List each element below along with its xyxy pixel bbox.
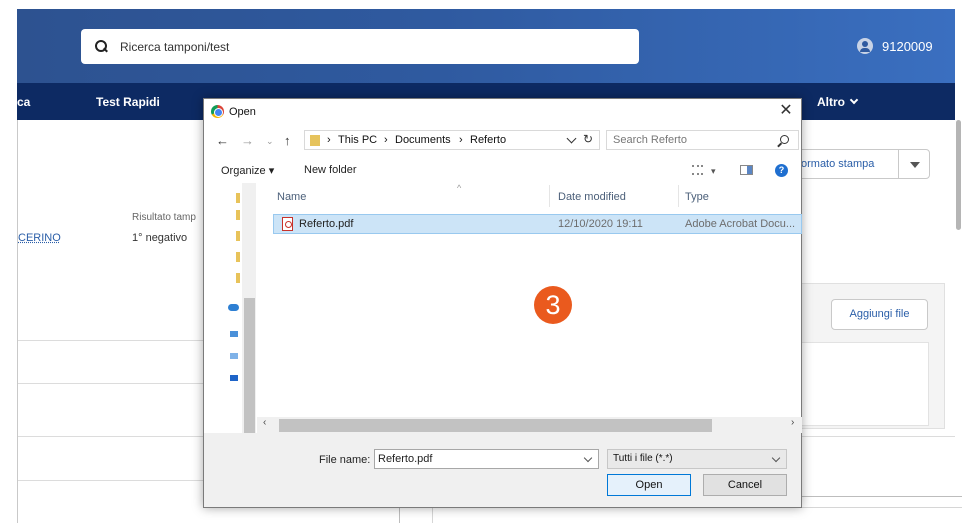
chevron-down-icon: [849, 95, 859, 105]
chevron-down-icon[interactable]: [566, 133, 577, 144]
chrome-icon: [211, 105, 224, 118]
dialog-title: Open: [229, 106, 256, 118]
file-date-modified: 12/10/2020 19:11: [558, 218, 643, 230]
folder-icon: [310, 135, 320, 146]
search-icon: [95, 40, 108, 53]
breadcrumb-documents[interactable]: Documents: [395, 134, 451, 146]
file-row[interactable]: Referto.pdf 12/10/2020 19:11 Adobe Acrob…: [273, 214, 802, 234]
onedrive-icon[interactable]: [228, 304, 239, 311]
file-type-value: Tutti i file (*.*): [613, 453, 673, 464]
forward-arrow-icon[interactable]: →: [241, 133, 254, 148]
file-type-select[interactable]: Tutti i file (*.*): [607, 449, 787, 469]
file-name: Referto.pdf: [299, 218, 354, 230]
nav-item-partial[interactable]: ca: [17, 95, 30, 109]
horizontal-scroll-thumb[interactable]: [279, 419, 712, 432]
this-pc-icon[interactable]: [230, 331, 238, 337]
command-bar: Organize ▾ New folder ▾ ?: [204, 157, 801, 183]
folder-icon[interactable]: [236, 273, 240, 283]
file-name-input[interactable]: Referto.pdf: [374, 449, 599, 469]
column-header-date-modified[interactable]: Date modified: [548, 183, 676, 209]
pdf-file-icon: [282, 217, 293, 231]
window-top-margin: [0, 0, 962, 9]
divider: [18, 436, 203, 437]
file-name-label: File name:: [319, 454, 371, 466]
file-name-value: Referto.pdf: [378, 453, 433, 465]
search-input-text: Ricerca tamponi/test: [120, 39, 230, 54]
add-file-button[interactable]: Aggiungi file: [831, 299, 928, 330]
chevron-down-icon: [771, 453, 781, 463]
user-avatar-icon: [857, 38, 873, 54]
user-menu[interactable]: 9120009: [857, 38, 933, 54]
preview-pane-icon[interactable]: [740, 165, 753, 175]
address-bar[interactable]: › This PC › Documents › Referto ↻: [304, 130, 600, 150]
folder-icon[interactable]: [236, 252, 240, 262]
desktop-icon[interactable]: [230, 353, 238, 359]
nav-item-test-rapidi[interactable]: Test Rapidi: [96, 95, 160, 109]
result-value: 1° negativo: [132, 232, 188, 244]
nav-altro-label: Altro: [817, 95, 845, 109]
nav-item-altro[interactable]: Altro: [817, 95, 859, 109]
documents-icon[interactable]: [230, 375, 238, 381]
folder-icon[interactable]: [236, 231, 240, 241]
print-format-dropdown-button[interactable]: [898, 149, 930, 179]
scroll-right-icon[interactable]: ›: [791, 417, 794, 428]
folder-search-input[interactable]: Search Referto: [606, 130, 799, 150]
folder-icon[interactable]: [236, 193, 240, 203]
file-list[interactable]: ^ Name Date modified Type Referto.pdf 12…: [257, 183, 802, 433]
dialog-footer: File name: Referto.pdf Tutti i file (*.*…: [204, 433, 801, 507]
background-panel-inner: [432, 507, 962, 523]
result-label: Risultato tamp: [132, 212, 196, 223]
content-left-border: [17, 120, 18, 523]
close-icon[interactable]: ✕: [775, 101, 797, 123]
address-row: ← → ⌄ ↑ › This PC › Documents › Referto …: [204, 129, 801, 153]
user-id: 9120009: [882, 38, 933, 54]
global-search-input[interactable]: Ricerca tamponi/test: [81, 29, 639, 64]
folder-icon[interactable]: [236, 210, 240, 220]
divider: [802, 436, 955, 437]
column-header-name[interactable]: Name: [267, 183, 547, 209]
scroll-left-icon[interactable]: ‹: [263, 417, 266, 428]
search-icon: [780, 135, 789, 144]
column-header-type[interactable]: Type: [675, 183, 795, 209]
attachments-dropzone[interactable]: [800, 342, 929, 426]
breadcrumb-this-pc[interactable]: This PC: [338, 134, 377, 146]
dialog-titlebar: Open ✕: [204, 99, 801, 125]
file-type: Adobe Acrobat Docu...: [685, 218, 796, 230]
view-dropdown-icon[interactable]: ▾: [711, 166, 716, 177]
view-options-icon[interactable]: [692, 165, 703, 175]
cancel-button[interactable]: Cancel: [703, 474, 787, 496]
new-folder-button[interactable]: New folder: [304, 164, 357, 176]
record-link[interactable]: CERINO: [18, 232, 61, 244]
step-number-badge: 3: [534, 286, 572, 324]
organize-label: Organize: [221, 165, 266, 177]
divider: [18, 480, 203, 481]
organize-menu[interactable]: Organize ▾: [221, 164, 274, 177]
up-arrow-icon[interactable]: ↑: [284, 133, 291, 148]
file-list-horizontal-scrollbar[interactable]: ‹ ›: [257, 417, 802, 433]
recent-locations-icon[interactable]: ⌄: [266, 136, 274, 147]
divider: [18, 383, 203, 384]
back-arrow-icon[interactable]: ←: [216, 133, 229, 148]
print-format-button[interactable]: ormato stampa: [790, 149, 898, 179]
page-scrollbar[interactable]: [956, 120, 961, 230]
help-icon[interactable]: ?: [775, 164, 788, 177]
folder-search-placeholder: Search Referto: [613, 134, 687, 146]
open-button[interactable]: Open: [607, 474, 691, 496]
refresh-icon[interactable]: ↻: [583, 132, 593, 146]
navigation-pane[interactable]: [204, 183, 256, 494]
breadcrumb-referto[interactable]: Referto: [470, 134, 506, 146]
divider: [18, 340, 203, 341]
navigation-pane-scroll-thumb[interactable]: [244, 298, 255, 438]
open-file-dialog: Open ✕ ← → ⌄ ↑ › This PC › Documents › R…: [203, 98, 802, 508]
chevron-down-icon[interactable]: [583, 453, 593, 463]
